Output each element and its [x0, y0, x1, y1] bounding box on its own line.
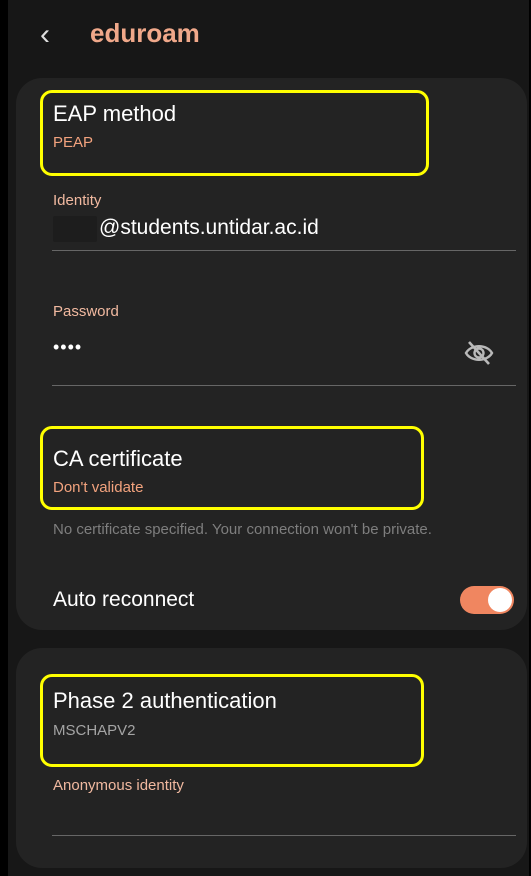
- back-icon[interactable]: ‹: [40, 20, 50, 50]
- identity-label: Identity: [53, 192, 102, 209]
- identity-value: @students.untidar.ac.id: [99, 216, 319, 239]
- password-value: ••••: [53, 337, 83, 357]
- ca-certificate-title: CA certificate: [53, 446, 183, 471]
- password-underline: [52, 385, 516, 386]
- page-title: eduroam: [90, 18, 200, 48]
- auto-reconnect-toggle[interactable]: [460, 586, 514, 614]
- phase2-value: MSCHAPV2: [53, 722, 136, 739]
- screen: ‹ eduroam EAP method PEAP Identity @stud…: [8, 0, 529, 876]
- password-label: Password: [53, 303, 119, 320]
- anonymous-identity-field[interactable]: [53, 798, 515, 834]
- auto-reconnect-row[interactable]: Auto reconnect: [16, 578, 527, 622]
- eye-off-icon[interactable]: [464, 340, 494, 366]
- ca-certificate-row[interactable]: CA certificate Don't validate: [16, 418, 527, 518]
- identity-underline: [52, 250, 516, 251]
- password-field[interactable]: ••••: [53, 333, 453, 367]
- redacted-username: [53, 216, 97, 242]
- eap-method-value: PEAP: [53, 134, 94, 151]
- anonymous-identity-label: Anonymous identity: [53, 777, 184, 794]
- anonymous-identity-underline: [52, 835, 516, 836]
- security-settings-card: EAP method PEAP Identity @students.untid…: [16, 78, 527, 630]
- eap-method-row[interactable]: EAP method PEAP: [16, 78, 527, 178]
- toggle-knob: [488, 588, 512, 612]
- identity-field[interactable]: @students.untidar.ac.id: [53, 212, 515, 250]
- top-bar: ‹ eduroam: [8, 0, 529, 70]
- ca-warning-text: No certificate specified. Your connectio…: [53, 521, 432, 538]
- auto-reconnect-label: Auto reconnect: [53, 588, 195, 611]
- eap-method-title: EAP method: [53, 101, 177, 126]
- ca-certificate-value: Don't validate: [53, 479, 144, 496]
- phase2-row[interactable]: Phase 2 authentication MSCHAPV2: [16, 648, 527, 772]
- phase2-title: Phase 2 authentication: [53, 688, 277, 713]
- phase2-card: Phase 2 authentication MSCHAPV2 Anonymou…: [16, 648, 527, 868]
